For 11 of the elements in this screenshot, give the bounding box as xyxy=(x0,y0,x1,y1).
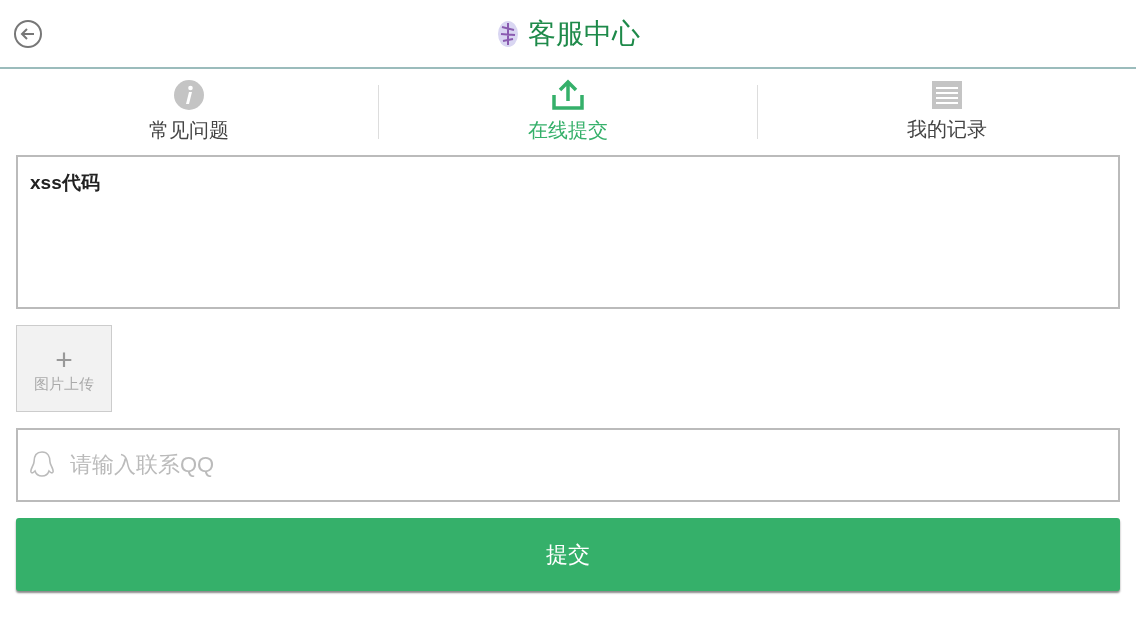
back-button[interactable] xyxy=(13,19,43,49)
tab[interactable]: 常见问题 xyxy=(0,79,378,145)
info-icon xyxy=(173,79,205,111)
qq-field[interactable]: 请输入联系QQ xyxy=(16,428,1120,502)
tab[interactable]: 我的记录 xyxy=(758,80,1136,144)
logo-icon xyxy=(496,18,520,49)
penguin-icon xyxy=(28,450,56,480)
page-title: 客服中心 xyxy=(528,16,640,51)
upload-icon xyxy=(551,79,585,111)
list-icon xyxy=(931,80,963,110)
message-field[interactable]: xss代码 xyxy=(16,155,1120,309)
